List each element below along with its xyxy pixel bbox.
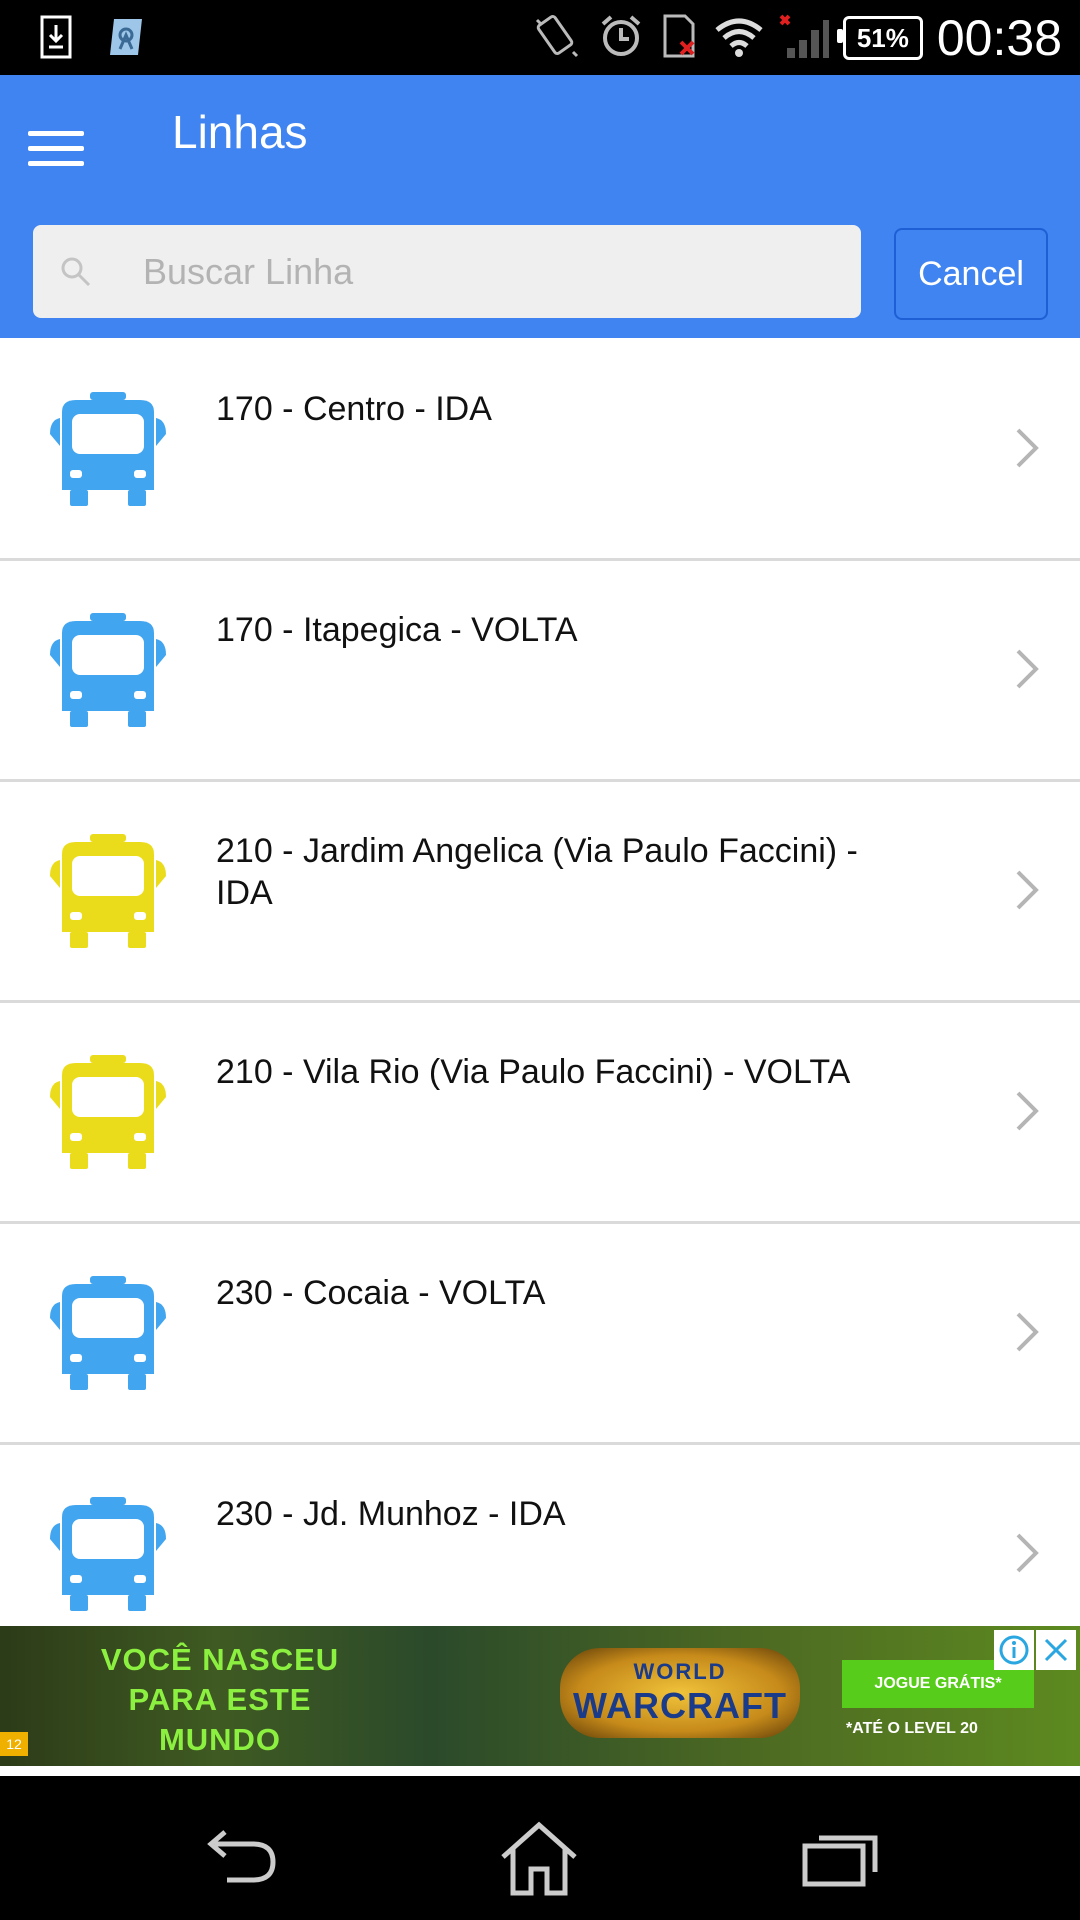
home-icon xyxy=(501,1821,577,1896)
search-input[interactable] xyxy=(141,249,825,294)
back-button[interactable] xyxy=(196,1818,286,1898)
back-icon xyxy=(207,1830,276,1883)
bus-icon xyxy=(48,390,168,508)
line-label: 210 - Vila Rio (Via Paulo Faccini) - VOL… xyxy=(216,1053,851,1091)
bus-icon xyxy=(48,832,168,950)
chevron-right-icon xyxy=(1012,647,1042,691)
app-header: Linhas Cancel xyxy=(0,75,1080,338)
list-item[interactable]: 230 - Cocaia - VOLTA xyxy=(0,1224,1080,1445)
age-rating-badge: 12 xyxy=(0,1732,28,1756)
ad-headline-line: PARA ESTE xyxy=(128,1682,312,1717)
game-logo: WORLD WARCRAFT xyxy=(560,1648,800,1738)
wifi-icon xyxy=(713,12,765,65)
bus-icon xyxy=(48,1053,168,1171)
list-item[interactable]: 210 - Vila Rio (Via Paulo Faccini) - VOL… xyxy=(0,1003,1080,1224)
list-item[interactable]: 170 - Itapegica - VOLTA xyxy=(0,561,1080,782)
menu-icon-line xyxy=(28,130,84,136)
chevron-right-icon xyxy=(1012,1531,1042,1575)
game-logo-main: WARCRAFT xyxy=(573,1685,787,1726)
line-label: 230 - Jd. Munhoz - IDA xyxy=(216,1495,566,1533)
ad-headline: VOCÊ NASCEU PARA ESTE MUNDO xyxy=(70,1640,370,1760)
chevron-right-icon xyxy=(1012,868,1042,912)
line-label: 170 - Itapegica - VOLTA xyxy=(216,611,578,649)
vibrate-icon xyxy=(531,12,583,65)
download-notification-icon xyxy=(36,14,76,60)
ad-banner[interactable]: VOCÊ NASCEU PARA ESTE MUNDO WORLD WARCRA… xyxy=(0,1626,1080,1766)
bus-icon xyxy=(48,1495,168,1613)
list-item[interactable]: 210 - Jardim Angelica (Via Paulo Faccini… xyxy=(0,782,1080,1003)
list-item[interactable]: 170 - Centro - IDA xyxy=(0,340,1080,561)
ad-info-icon[interactable] xyxy=(994,1630,1034,1670)
list-item[interactable]: 230 - Jd. Munhoz - IDA xyxy=(0,1445,1080,1626)
menu-icon-line xyxy=(28,160,84,166)
game-logo-top: WORLD xyxy=(633,1659,727,1684)
bus-icon xyxy=(48,611,168,729)
hamburger-menu-button[interactable] xyxy=(28,120,84,176)
search-icon xyxy=(51,247,101,297)
line-label: 230 - Cocaia - VOLTA xyxy=(216,1274,546,1312)
recent-apps-button[interactable] xyxy=(796,1818,886,1898)
alarm-icon xyxy=(597,12,645,65)
sd-card-error-icon xyxy=(659,12,699,65)
chevron-right-icon xyxy=(1012,1089,1042,1133)
ad-headline-line: VOCÊ NASCEU xyxy=(100,1642,340,1677)
app-notification-icon xyxy=(106,14,146,60)
home-button[interactable] xyxy=(494,1818,584,1898)
bus-line-list: 170 - Centro - IDA 170 - Itapegica - VOL… xyxy=(0,340,1080,1626)
bus-icon xyxy=(48,1274,168,1392)
line-label: 170 - Centro - IDA xyxy=(216,390,492,428)
menu-icon-line xyxy=(28,145,84,151)
chevron-right-icon xyxy=(1012,1310,1042,1354)
page-title: Linhas xyxy=(172,106,308,158)
clock: 00:38 xyxy=(936,10,1062,66)
ad-disclaimer: *ATÉ O LEVEL 20 xyxy=(846,1720,978,1737)
cellular-signal-icon xyxy=(779,12,829,65)
recent-apps-icon xyxy=(802,1835,878,1887)
status-bar: 51% 00:38 xyxy=(0,0,1080,75)
cancel-button[interactable]: Cancel xyxy=(894,228,1048,320)
ad-headline-line: MUNDO xyxy=(158,1722,282,1757)
chevron-right-icon xyxy=(1012,426,1042,470)
system-nav-bar xyxy=(0,1776,1080,1920)
search-bar[interactable] xyxy=(33,225,861,318)
ad-close-icon[interactable] xyxy=(1036,1630,1076,1670)
battery-indicator: 51% xyxy=(836,16,923,60)
line-label: 210 - Jardim Angelica (Via Paulo Faccini… xyxy=(216,832,858,912)
